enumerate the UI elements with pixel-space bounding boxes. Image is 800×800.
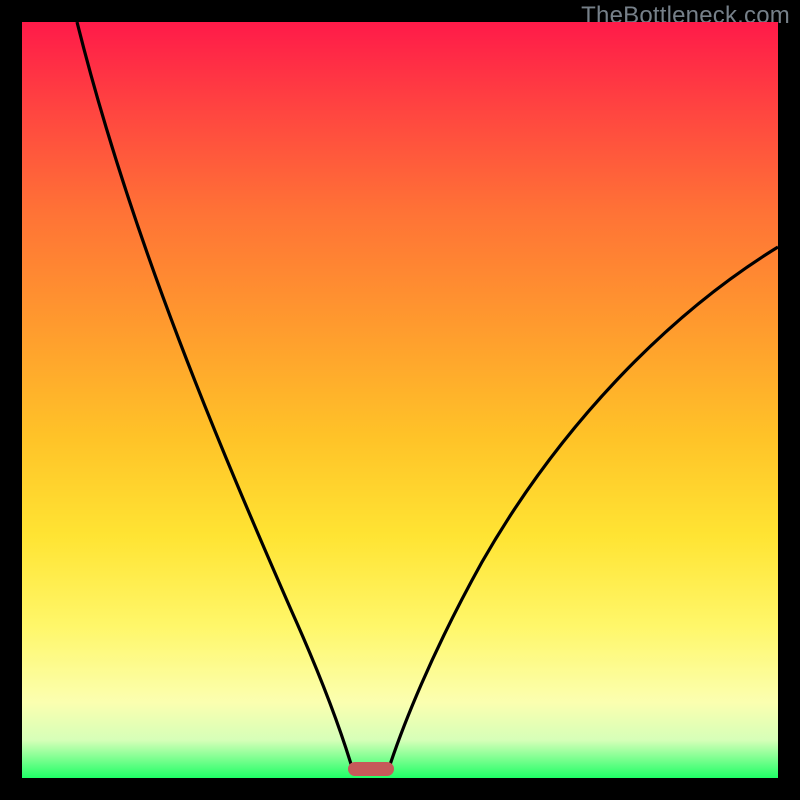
bottleneck-curve: [22, 22, 778, 778]
trough-marker: [348, 762, 394, 776]
chart-frame: TheBottleneck.com: [0, 0, 800, 800]
right-branch: [387, 247, 778, 774]
left-branch: [77, 22, 354, 774]
plot-area: [22, 22, 778, 778]
